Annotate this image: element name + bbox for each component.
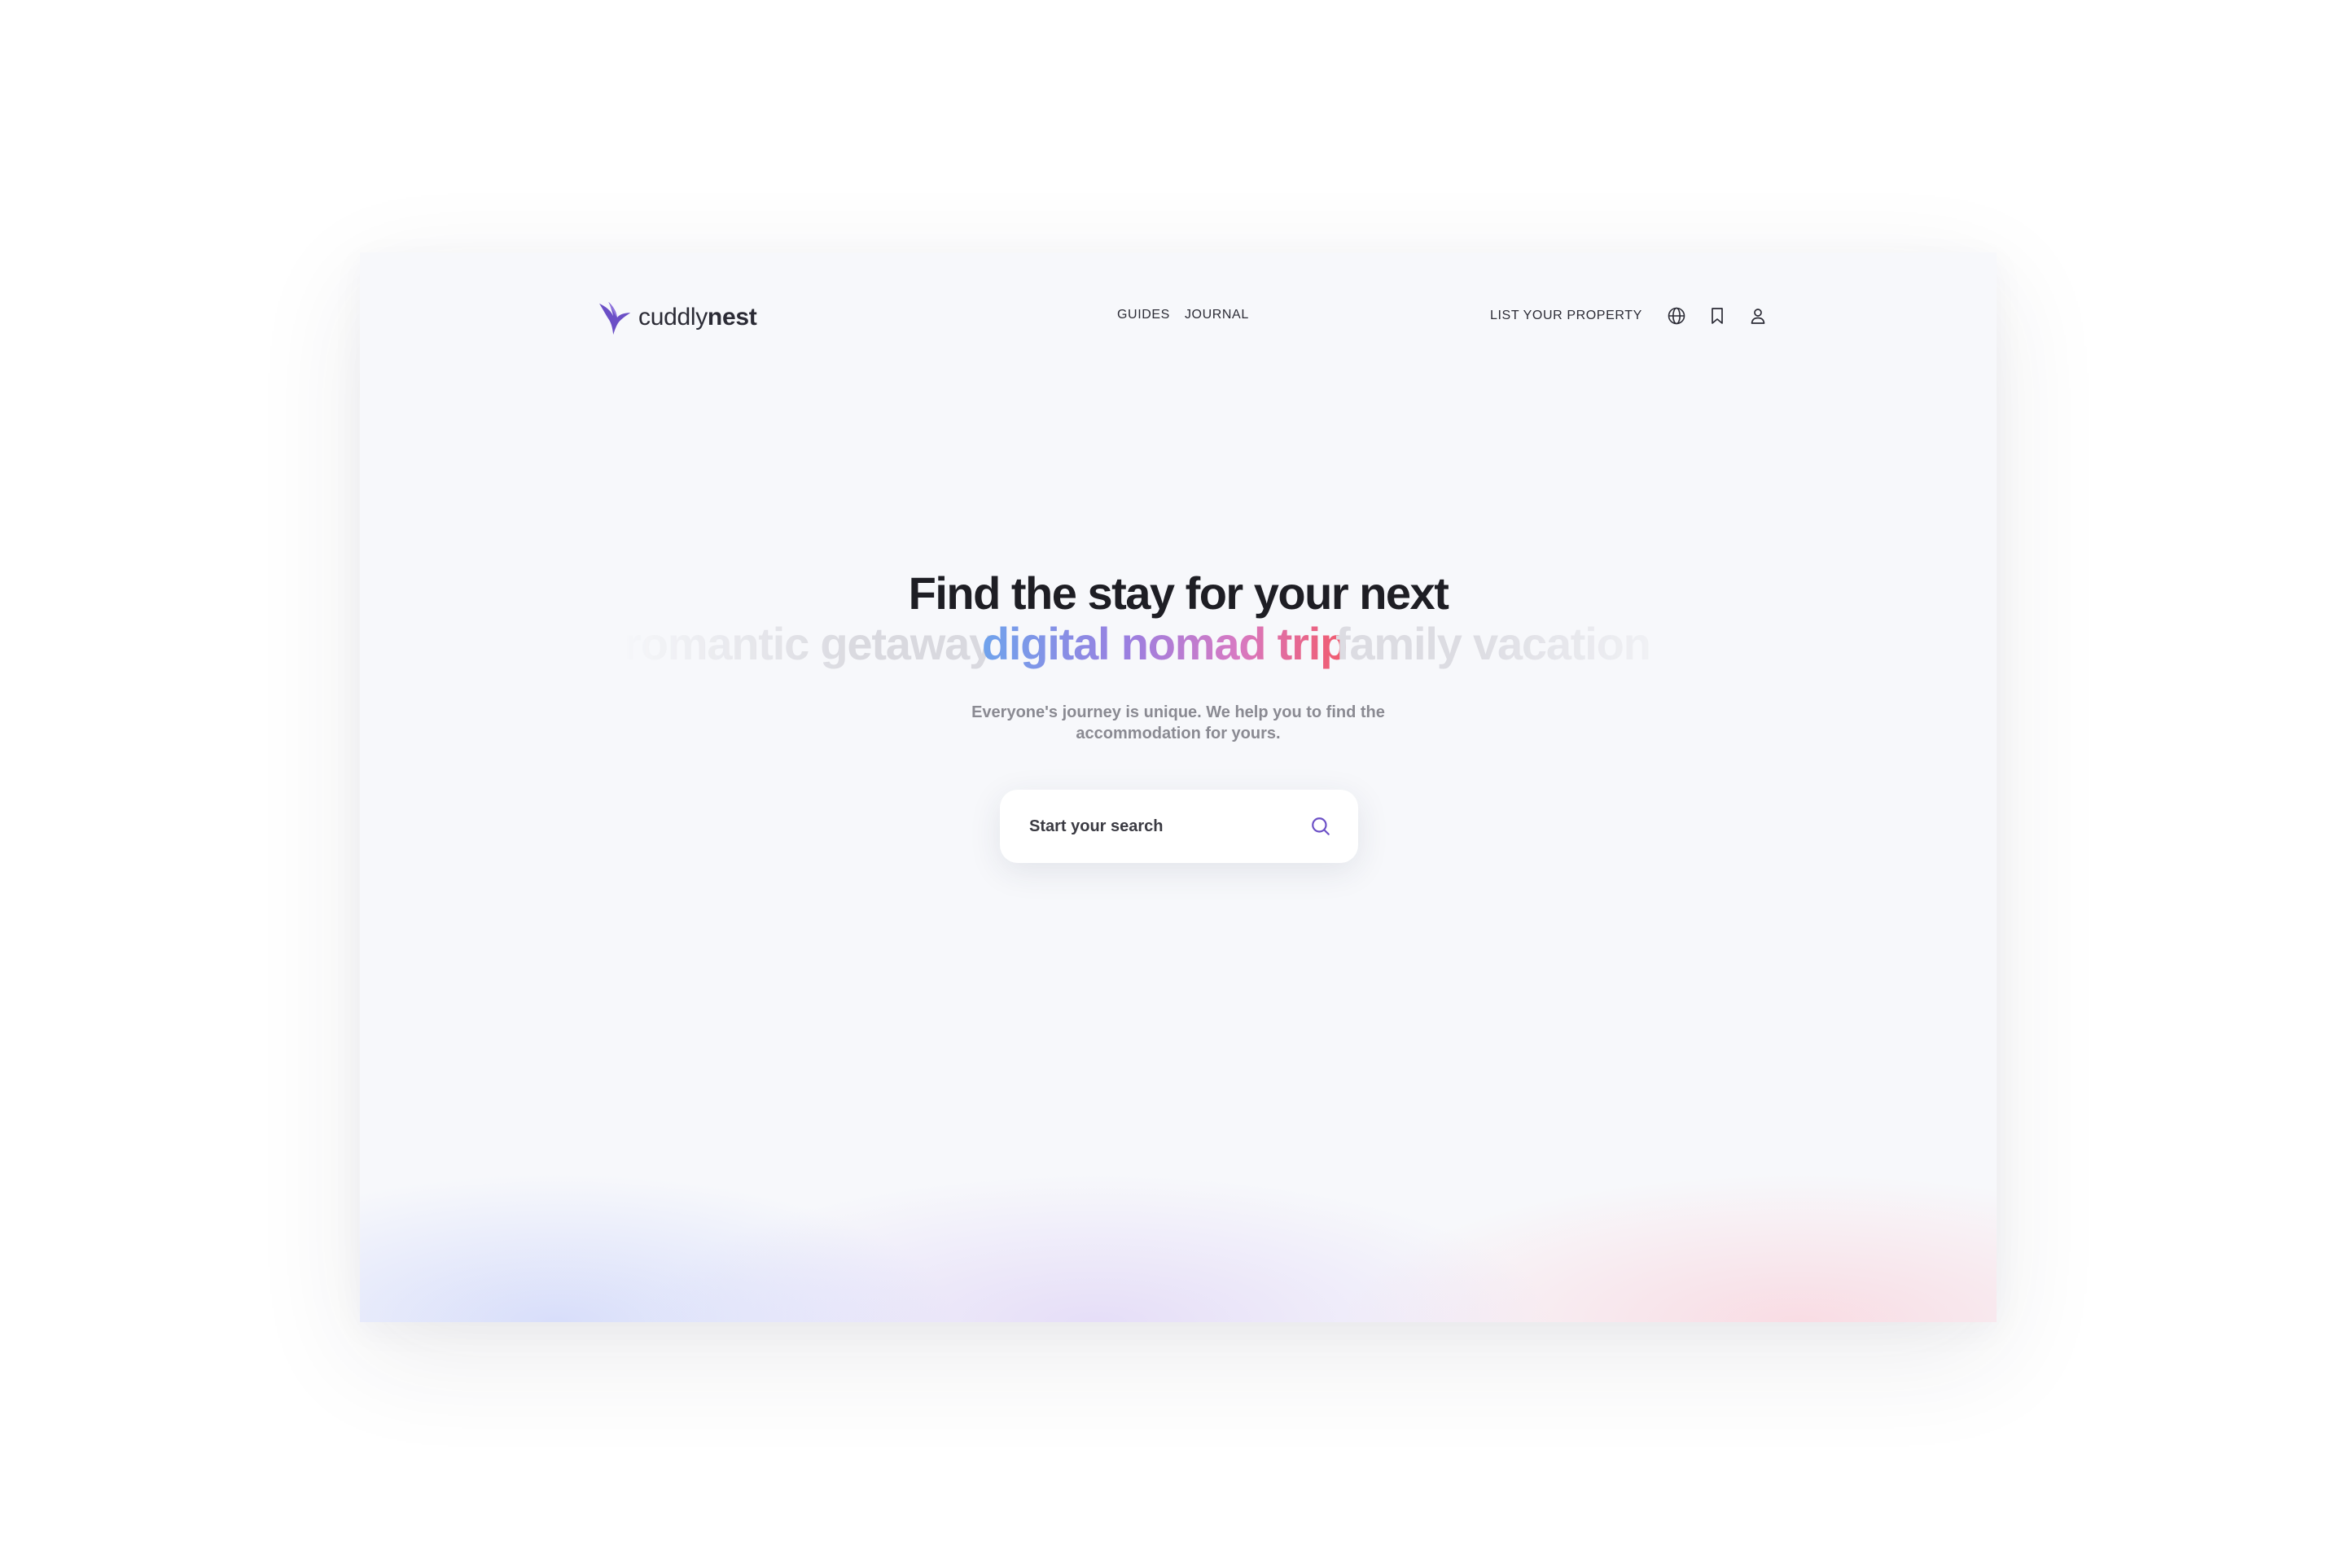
- nav-actions: LIST YOUR PROPERTY: [1490, 304, 1787, 327]
- search-icon: [1312, 817, 1330, 835]
- list-your-property-link[interactable]: LIST YOUR PROPERTY: [1490, 309, 1642, 323]
- nav-link-journal[interactable]: JOURNAL: [1185, 308, 1249, 322]
- rotating-word-previous: romantic getaway: [624, 618, 994, 669]
- search-button[interactable]: [1306, 812, 1335, 841]
- page: cuddlynest GUIDES JOURNAL LIST YOUR PROP…: [0, 0, 2345, 1568]
- logo-link[interactable]: cuddlynest: [598, 298, 757, 337]
- bottom-gradient-decoration: [360, 1029, 1997, 1322]
- bookmark-icon: [1712, 308, 1723, 324]
- logo-wordmark-light: cuddly: [638, 304, 708, 331]
- hero-title: Find the stay for your next: [908, 567, 1449, 619]
- search-input[interactable]: [1028, 816, 1306, 837]
- globe-icon: [1668, 307, 1685, 325]
- language-button[interactable]: [1665, 304, 1688, 327]
- hero-subtitle: Everyone's journey is unique. We help yo…: [971, 703, 1385, 742]
- rotating-words: romantic getaway digital nomad trip fami…: [619, 617, 1710, 671]
- rotating-word-active: digital nomad trip: [981, 618, 1348, 669]
- logo-wordmark: cuddlynest: [638, 304, 757, 331]
- search-bar[interactable]: [1000, 790, 1358, 863]
- browser-viewport: cuddlynest GUIDES JOURNAL LIST YOUR PROP…: [360, 252, 1997, 1322]
- rotating-word-next: family vacation: [1335, 618, 1651, 669]
- logo-wordmark-bold: nest: [707, 304, 757, 331]
- top-navigation: cuddlynest GUIDES JOURNAL LIST YOUR PROP…: [360, 291, 1997, 344]
- nav-link-guides[interactable]: GUIDES: [1117, 308, 1170, 322]
- hero-section: Find the stay for your next romantic get…: [360, 567, 1997, 744]
- hummingbird-logo-icon: [598, 301, 631, 335]
- account-button[interactable]: [1747, 304, 1769, 327]
- primary-nav: GUIDES JOURNAL: [1117, 308, 1249, 322]
- saved-button[interactable]: [1706, 304, 1729, 327]
- user-icon: [1751, 309, 1765, 324]
